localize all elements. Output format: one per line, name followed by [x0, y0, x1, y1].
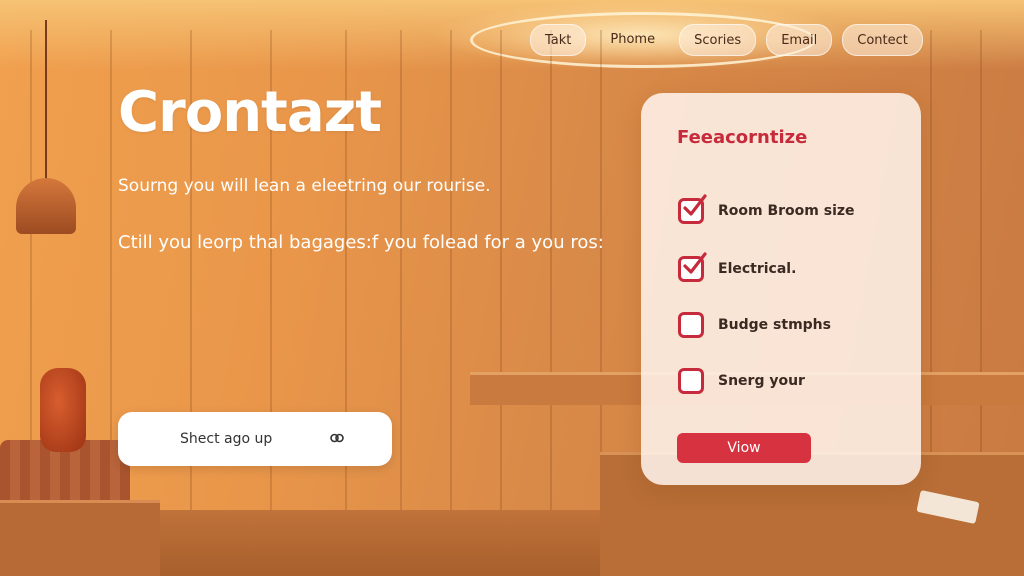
view-button[interactable]: Viow: [677, 433, 811, 463]
cta-label: Shect ago up: [180, 431, 273, 447]
checkmark-icon: [683, 194, 707, 216]
filter-panel: Feeacorntize Room Broom size Electrical.…: [641, 93, 921, 485]
option-label: Budge stmphs: [718, 317, 831, 333]
nav-item-takt[interactable]: Takt: [530, 24, 587, 56]
nav-item-email[interactable]: Email: [766, 24, 833, 56]
checkbox-unchecked[interactable]: [678, 368, 704, 394]
pendant-lamp-icon: [16, 178, 76, 234]
top-navigation: Takt Phome Scories Email Contect: [530, 24, 923, 56]
option-label: Electrical.: [718, 261, 797, 277]
checkmark-icon: [683, 252, 707, 274]
nav-item-contect[interactable]: Contect: [842, 24, 923, 56]
side-table: [0, 500, 160, 576]
hero-subtitle-1: Sourng you will lean a eleetring our rou…: [118, 176, 491, 196]
option-snerg-your[interactable]: Snerg your: [678, 368, 805, 394]
hero-subtitle-2: Ctill you leorp thal bagages:f you folea…: [118, 232, 604, 253]
nav-item-phome[interactable]: Phome: [596, 24, 669, 54]
option-budge-stmphs[interactable]: Budge stmphs: [678, 312, 831, 338]
panel-title: Feeacorntize: [677, 127, 808, 148]
page-title: Crontazt: [118, 80, 382, 145]
nav-item-scories[interactable]: Scories: [679, 24, 757, 56]
lamp-cord: [45, 20, 47, 180]
option-electrical[interactable]: Electrical.: [678, 252, 797, 282]
vase-icon: [40, 368, 86, 452]
cta-button[interactable]: Shect ago up: [118, 412, 392, 466]
option-label: Room Broom size: [718, 203, 855, 219]
link-icon: [330, 431, 344, 447]
checkbox-checked[interactable]: [678, 252, 707, 282]
option-label: Snerg your: [718, 373, 805, 389]
checkbox-checked[interactable]: [678, 194, 707, 224]
option-room-broom-size[interactable]: Room Broom size: [678, 194, 855, 224]
checkbox-unchecked[interactable]: [678, 312, 704, 338]
